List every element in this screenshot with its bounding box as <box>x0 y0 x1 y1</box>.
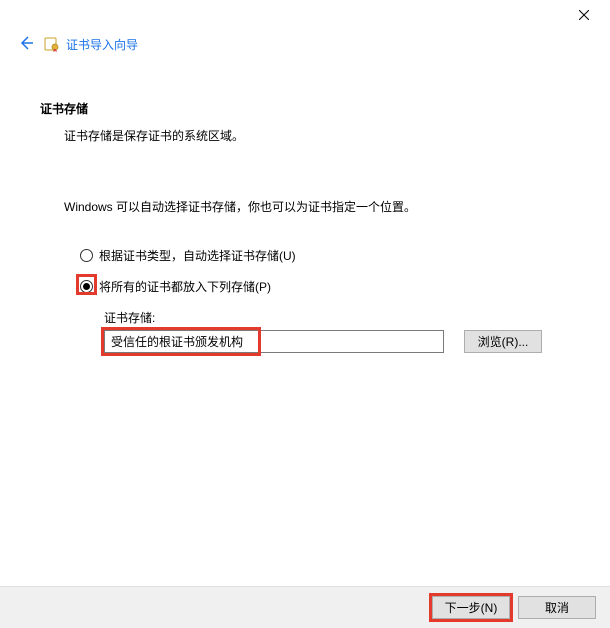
store-row: 浏览(R)... <box>104 330 570 353</box>
radio-manual-store[interactable]: 将所有的证书都放入下列存储(P) <box>80 278 570 295</box>
next-button[interactable]: 下一步(N) <box>432 596 510 619</box>
certificate-store-input[interactable] <box>104 330 444 353</box>
back-button[interactable] <box>18 35 34 54</box>
close-button[interactable] <box>564 4 604 26</box>
section-heading: 证书存储 <box>40 100 570 117</box>
cancel-button-label: 取消 <box>545 599 569 616</box>
close-icon <box>579 10 589 20</box>
next-button-label: 下一步(N) <box>445 599 498 616</box>
arrow-left-icon <box>18 35 34 51</box>
store-section: 证书存储: 浏览(R)... <box>104 309 570 353</box>
titlebar <box>0 0 610 30</box>
radio-auto-select[interactable]: 根据证书类型，自动选择证书存储(U) <box>80 247 570 264</box>
store-label: 证书存储: <box>104 309 570 326</box>
wizard-title: 证书导入向导 <box>66 36 138 53</box>
cancel-button[interactable]: 取消 <box>518 596 596 619</box>
radio-auto-label: 根据证书类型，自动选择证书存储(U) <box>99 247 296 264</box>
radio-group: 根据证书类型，自动选择证书存储(U) 将所有的证书都放入下列存储(P) <box>80 247 570 295</box>
section-description: 证书存储是保存证书的系统区域。 <box>64 127 570 144</box>
radio-manual-label: 将所有的证书都放入下列存储(P) <box>99 278 271 295</box>
browse-button[interactable]: 浏览(R)... <box>464 330 542 353</box>
browse-button-label: 浏览(R)... <box>478 333 529 350</box>
content-area: 证书存储 证书存储是保存证书的系统区域。 Windows 可以自动选择证书存储，… <box>0 58 610 586</box>
radio-icon <box>80 249 93 262</box>
wizard-window: 证书导入向导 证书存储 证书存储是保存证书的系统区域。 Windows 可以自动… <box>0 0 610 628</box>
radio-icon <box>80 280 93 293</box>
certificate-icon <box>44 36 60 52</box>
header-row: 证书导入向导 <box>0 30 610 58</box>
footer: 下一步(N) 取消 <box>0 586 610 628</box>
instruction-text: Windows 可以自动选择证书存储，你也可以为证书指定一个位置。 <box>64 198 570 215</box>
store-input-wrap <box>104 330 444 353</box>
next-button-wrap: 下一步(N) <box>432 596 510 619</box>
